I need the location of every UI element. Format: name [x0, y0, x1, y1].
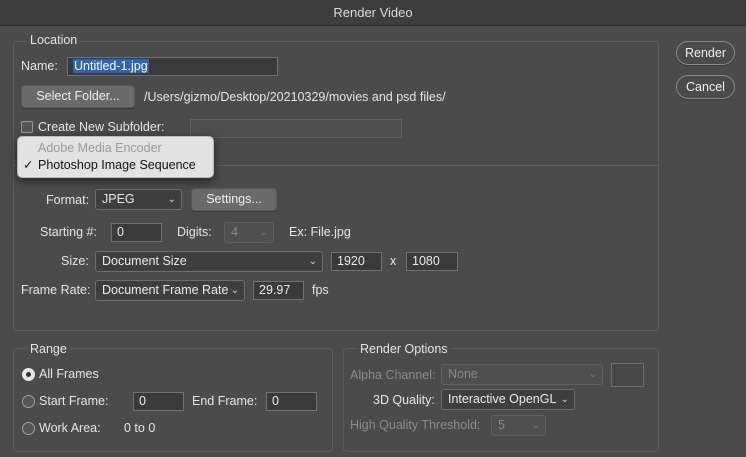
- menu-item-photoshop-image-sequence[interactable]: ✓ Photoshop Image Sequence: [18, 157, 213, 174]
- work-area-value: 0 to 0: [124, 421, 156, 435]
- fps-unit: fps: [312, 283, 329, 297]
- chevron-down-icon: ⌄: [588, 369, 597, 380]
- menu-item-adobe-media-encoder[interactable]: Adobe Media Encoder: [18, 140, 213, 157]
- checkmark-icon: ✓: [23, 158, 34, 172]
- render-method-menu: Adobe Media Encoder ✓ Photoshop Image Se…: [17, 136, 214, 178]
- create-subfolder-label: Create New Subfolder:: [38, 120, 165, 134]
- 3d-quality-value: Interactive OpenGL: [448, 392, 557, 406]
- create-subfolder-checkbox[interactable]: [21, 121, 33, 133]
- name-value: Untitled-1.jpg: [73, 59, 149, 73]
- chevron-down-icon: ⌄: [560, 394, 569, 405]
- alpha-channel-select[interactable]: None ⌄: [441, 364, 603, 385]
- fps-input[interactable]: 29.97: [253, 281, 304, 300]
- range-legend: Range: [27, 342, 70, 356]
- menu-item-label: Photoshop Image Sequence: [38, 158, 196, 172]
- alpha-channel-label: Alpha Channel:: [350, 368, 436, 382]
- high-quality-threshold-value: 5: [498, 418, 505, 432]
- chevron-down-icon: ⌄: [259, 227, 268, 238]
- chevron-down-icon: ⌄: [230, 285, 239, 296]
- 3d-quality-select[interactable]: Interactive OpenGL ⌄: [441, 389, 575, 410]
- cancel-button[interactable]: Cancel: [676, 75, 735, 99]
- menu-item-label: Adobe Media Encoder: [38, 141, 162, 155]
- format-value: JPEG: [102, 192, 135, 206]
- all-frames-radio[interactable]: [22, 368, 35, 381]
- starting-number-label: Starting #:: [40, 225, 97, 239]
- subfolder-input[interactable]: [190, 119, 402, 138]
- size-label: Size:: [61, 254, 89, 268]
- start-frame-input[interactable]: 0: [133, 392, 184, 411]
- high-quality-threshold-select[interactable]: 5 ⌄: [491, 415, 546, 436]
- settings-button[interactable]: Settings...: [191, 188, 277, 211]
- format-select[interactable]: JPEG ⌄: [95, 189, 182, 210]
- digits-label: Digits:: [177, 225, 212, 239]
- chevron-down-icon: ⌄: [308, 256, 317, 267]
- folder-path: /Users/gizmo/Desktop/20210329/movies and…: [144, 90, 446, 104]
- digits-value: 4: [231, 225, 238, 239]
- name-input[interactable]: Untitled-1.jpg: [67, 57, 278, 76]
- alpha-color-swatch[interactable]: [611, 363, 644, 387]
- width-input[interactable]: 1920: [331, 252, 382, 271]
- 3d-quality-label: 3D Quality:: [373, 393, 435, 407]
- window-title: Render Video: [0, 0, 746, 26]
- frame-rate-value: Document Frame Rate: [102, 283, 229, 297]
- chevron-down-icon: ⌄: [531, 420, 540, 431]
- render-options-legend: Render Options: [357, 342, 451, 356]
- alpha-channel-value: None: [448, 367, 478, 381]
- frame-rate-select[interactable]: Document Frame Rate ⌄: [95, 280, 245, 301]
- dimension-separator: x: [390, 254, 397, 268]
- example-filename: Ex: File.jpg: [289, 225, 351, 239]
- size-select[interactable]: Document Size ⌄: [95, 251, 323, 272]
- frame-rate-label: Frame Rate:: [21, 283, 91, 297]
- end-frame-label: End Frame:: [192, 394, 258, 408]
- start-frame-radio[interactable]: [22, 395, 35, 408]
- size-value: Document Size: [102, 254, 187, 268]
- name-label: Name:: [21, 59, 58, 73]
- work-area-label: Work Area:: [39, 421, 101, 435]
- all-frames-label: All Frames: [39, 367, 99, 381]
- format-label: Format:: [46, 193, 90, 207]
- start-frame-label: Start Frame:: [39, 394, 109, 408]
- work-area-radio[interactable]: [22, 422, 35, 435]
- digits-select[interactable]: 4 ⌄: [224, 222, 274, 243]
- height-input[interactable]: 1080: [406, 252, 458, 271]
- starting-number-input[interactable]: 0: [111, 223, 162, 242]
- render-button[interactable]: Render: [676, 41, 735, 65]
- select-folder-button[interactable]: Select Folder...: [21, 85, 135, 108]
- end-frame-input[interactable]: 0: [266, 392, 317, 411]
- location-legend: Location: [27, 33, 81, 47]
- chevron-down-icon: ⌄: [167, 194, 176, 205]
- high-quality-threshold-label: High Quality Threshold:: [350, 418, 481, 432]
